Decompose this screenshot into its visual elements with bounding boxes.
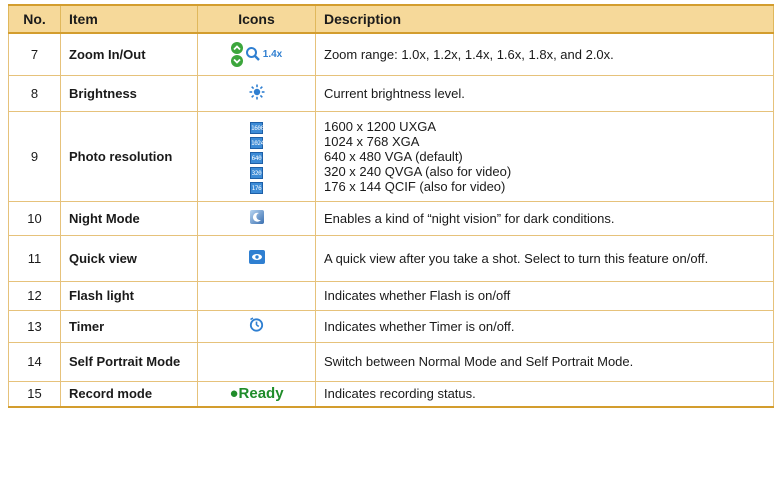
resolution-1600-icon: 1600 (250, 122, 264, 134)
row-icon-cell: ●Ready (197, 380, 316, 408)
row-icon-cell: 1.4x (197, 32, 316, 76)
row-item: Zoom In/Out (60, 32, 198, 76)
resolution-line: 176 x 144 QCIF (also for video) (324, 178, 506, 194)
table-row: 7 Zoom In/Out 1.4x Zoom range: 1.0x, 1.2… (8, 32, 774, 76)
resolution-320-icon: 320 (250, 167, 263, 179)
row-number: 14 (8, 341, 61, 382)
table-row: 14 Self Portrait Mode Switch between Nor… (8, 341, 774, 382)
table-row: 11 Quick view A quick view after you tak… (8, 234, 774, 282)
resolution-line: 1024 x 768 XGA (324, 133, 420, 149)
header-item: Item (60, 4, 198, 34)
resolution-line: 320 x 240 QVGA (also for video) (324, 163, 512, 179)
row-item: Timer (60, 309, 198, 343)
resolution-icons: 1600 1024 640 320 176 (250, 122, 264, 194)
table-row: 12 Flash light Indicates whether Flash i… (8, 280, 774, 311)
table-row: 10 Night Mode Enables a kind of “night v… (8, 200, 774, 236)
row-item: Flash light (60, 280, 198, 311)
row-icon-cell: 1600 1024 640 320 176 (197, 110, 316, 202)
table-header-row: No. Item Icons Description (8, 4, 774, 34)
row-number: 12 (8, 280, 61, 311)
row-number: 11 (8, 234, 61, 282)
timer-icon (249, 317, 264, 332)
zoom-icon: 1.4x (230, 41, 283, 67)
row-icon-cell (197, 309, 316, 343)
table-wrapper: No. Item Icons Description 7 Zoom In/Out… (8, 4, 774, 408)
icon-description-table: No. Item Icons Description 7 Zoom In/Out… (8, 4, 774, 408)
row-description: Indicates whether Timer is on/off. (315, 309, 774, 343)
resolution-640-icon: 640 (250, 152, 263, 164)
night-mode-icon (249, 209, 264, 224)
resolution-1024-icon: 1024 (250, 137, 264, 149)
row-icon-cell (197, 280, 316, 311)
row-number: 7 (8, 32, 61, 76)
header-description: Description (315, 4, 774, 34)
resolution-176-icon: 176 (250, 182, 263, 194)
row-icon-cell (197, 341, 316, 382)
row-item: Self Portrait Mode (60, 341, 198, 382)
row-description: Indicates whether Flash is on/off (315, 280, 774, 311)
row-item: Night Mode (60, 200, 198, 236)
row-description: Switch between Normal Mode and Self Port… (315, 341, 774, 382)
magnifier-icon (245, 47, 260, 62)
row-description: Zoom range: 1.0x, 1.2x, 1.4x, 1.6x, 1.8x… (315, 32, 774, 76)
row-description: 1600 x 1200 UXGA 1024 x 768 XGA 640 x 48… (315, 110, 774, 202)
row-description: Current brightness level. (315, 74, 774, 112)
row-item: Photo resolution (60, 110, 198, 202)
row-icon-cell (197, 200, 316, 236)
quick-view-icon (248, 249, 265, 264)
row-item: Quick view (60, 234, 198, 282)
row-number: 13 (8, 309, 61, 343)
resolution-line: 640 x 480 VGA (default) (324, 148, 463, 164)
row-number: 15 (8, 380, 61, 408)
row-description: A quick view after you take a shot. Sele… (315, 234, 774, 282)
row-icon-cell (197, 234, 316, 282)
row-icon-cell (197, 74, 316, 112)
table-row: 9 Photo resolution 1600 1024 640 320 176… (8, 110, 774, 202)
zoom-arrows-icon (230, 41, 243, 67)
header-icons: Icons (197, 4, 316, 34)
table-row: 8 Brightness Current brightness level. (8, 74, 774, 112)
table-row: 13 Timer Indicates whether Timer is on/o… (8, 309, 774, 343)
resolution-line: 1600 x 1200 UXGA (324, 118, 437, 134)
row-description: Indicates recording status. (315, 380, 774, 408)
ready-indicator: ●Ready (229, 385, 284, 403)
row-number: 9 (8, 110, 61, 202)
row-item: Brightness (60, 74, 198, 112)
row-item: Record mode (60, 380, 198, 408)
table-row: 15 Record mode ●Ready Indicates recordin… (8, 380, 774, 408)
row-number: 10 (8, 200, 61, 236)
zoom-level-label: 1.4x (262, 48, 283, 60)
brightness-icon (249, 84, 264, 99)
row-number: 8 (8, 74, 61, 112)
header-no: No. (8, 4, 61, 34)
row-description: Enables a kind of “night vision” for dar… (315, 200, 774, 236)
